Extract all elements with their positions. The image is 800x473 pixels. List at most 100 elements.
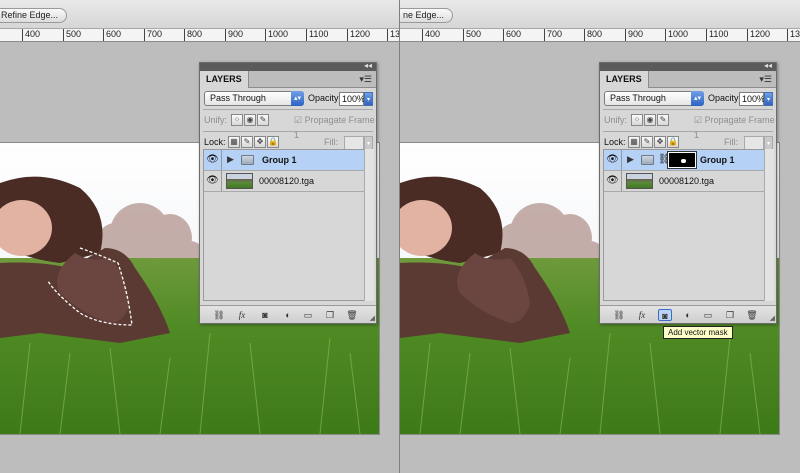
new-layer-icon[interactable]: ❐ (723, 309, 737, 321)
adjustment-layer-icon[interactable]: ◐ (281, 309, 295, 321)
expand-triangle-icon[interactable]: ▶ (227, 154, 234, 165)
layers-scrollbar[interactable] (764, 149, 774, 301)
trash-icon[interactable]: 🗑 (745, 309, 759, 321)
opacity-dropdown-arrow[interactable]: ▾ (364, 92, 373, 106)
blend-mode-select[interactable]: Pass Through ▴▾ (204, 91, 304, 106)
blend-row: Pass Through ▴▾ Opacity: 100% ▾ (200, 88, 376, 109)
fill-dropdown-arrow[interactable]: ▾ (764, 136, 773, 150)
ruler-label: 900 (228, 29, 244, 39)
ruler-label: 1000 (268, 29, 289, 39)
unify-style-icon[interactable]: ✎ (257, 114, 269, 126)
layers-scrollbar[interactable] (364, 149, 374, 301)
ruler-label: 600 (506, 29, 522, 39)
ruler-label: 400 (425, 29, 441, 39)
lock-transparent-icon[interactable]: ▦ (628, 136, 640, 148)
add-mask-icon[interactable]: ◙ (258, 309, 272, 321)
panel-footer: ⛓ fx ◙ ◐ ▭ ❐ 🗑 ◢ (200, 305, 376, 323)
lock-transparent-icon[interactable]: ▦ (228, 136, 240, 148)
blend-mode-select[interactable]: Pass Through ▴▾ (604, 91, 704, 106)
fill-input[interactable] (344, 136, 364, 150)
ruler-label: 900 (628, 29, 644, 39)
unify-visibility-icon[interactable]: ◉ (244, 114, 256, 126)
fill-input[interactable] (744, 136, 764, 150)
link-layers-icon[interactable]: ⛓ (612, 309, 626, 321)
new-group-icon[interactable]: ▭ (301, 309, 315, 321)
lock-icon[interactable]: 🔒 (267, 136, 279, 148)
eye-icon[interactable]: 👁 (604, 171, 622, 191)
eye-icon[interactable]: 👁 (604, 150, 622, 170)
opacity-input[interactable]: 100% (339, 92, 365, 106)
panel-titlebar[interactable]: ◂◂ (200, 62, 376, 71)
layer-row-group[interactable]: 👁 ▶ ⛓ Group 1 (604, 150, 764, 171)
fill-dropdown-arrow[interactable]: ▾ (364, 136, 373, 150)
unify-label: Unify: (604, 115, 628, 125)
blend-mode-value: Pass Through (610, 93, 666, 103)
updown-arrows-icon: ▴▾ (691, 91, 704, 106)
layer-name: 00008120.tga (659, 176, 715, 186)
unify-position-icon[interactable]: ⁘ (631, 114, 643, 126)
panel-titlebar[interactable]: ◂◂ (600, 62, 776, 71)
right-screenshot: ne Edge... 400 500 600 700 800 900 1000 … (400, 0, 800, 473)
unify-style-icon[interactable]: ✎ (657, 114, 669, 126)
blend-mode-value: Pass Through (210, 93, 266, 103)
resize-grip-icon[interactable]: ◢ (370, 314, 375, 322)
fx-icon[interactable]: fx (635, 309, 649, 321)
lock-label: Lock: (604, 137, 626, 147)
fx-icon[interactable]: fx (235, 309, 249, 321)
opacity-input[interactable]: 100% (739, 92, 765, 106)
vector-mask-thumbnail[interactable] (667, 151, 697, 169)
eye-icon[interactable]: 👁 (204, 171, 222, 191)
layer-thumbnail (626, 173, 653, 189)
ruler-label: 500 (66, 29, 82, 39)
tab-layers[interactable]: LAYERS (200, 71, 249, 88)
options-bar: ne Edge... (400, 0, 800, 29)
layers-list: 👁 ▶ Group 1 👁 00008120.tga (203, 149, 365, 301)
folder-icon (641, 155, 654, 165)
layer-row-group[interactable]: 👁 ▶ Group 1 (204, 150, 364, 171)
add-mask-icon[interactable]: ◙ (658, 309, 672, 321)
ruler-label: 1100 (709, 29, 729, 39)
tooltip: Add vector mask (663, 326, 733, 339)
opacity-dropdown-arrow[interactable]: ▾ (764, 92, 773, 106)
expand-triangle-icon[interactable]: ▶ (627, 154, 634, 165)
collapse-icon[interactable]: ◂◂ (764, 62, 772, 70)
layer-row-image[interactable]: 👁 00008120.tga (604, 171, 764, 192)
layer-name: Group 1 (700, 155, 735, 165)
updown-arrows-icon: ▴▾ (291, 91, 304, 106)
panel-tab-row: LAYERS ▾☰ (600, 71, 776, 88)
eye-icon[interactable]: 👁 (204, 150, 222, 170)
ruler-label: 800 (187, 29, 203, 39)
ruler-label: 600 (106, 29, 122, 39)
layers-panel: ◂◂ LAYERS ▾☰ Pass Through ▴▾ Opacity: 100… (599, 62, 777, 324)
collapse-icon[interactable]: ◂◂ (364, 62, 372, 70)
resize-grip-icon[interactable]: ◢ (770, 314, 775, 322)
lock-icon[interactable]: 🔒 (667, 136, 679, 148)
new-layer-icon[interactable]: ❐ (323, 309, 337, 321)
trash-icon[interactable]: 🗑 (345, 309, 359, 321)
new-group-icon[interactable]: ▭ (701, 309, 715, 321)
ruler-label: 1100 (309, 29, 329, 39)
opacity-label: Opacity: (308, 93, 342, 103)
lock-image-icon[interactable]: ✎ (641, 136, 653, 148)
adjustment-layer-icon[interactable]: ◐ (681, 309, 695, 321)
lock-position-icon[interactable]: ✥ (254, 136, 266, 148)
layers-list: 👁 ▶ ⛓ Group 1 👁 00008120.tga (603, 149, 765, 301)
link-layers-icon[interactable]: ⛓ (212, 309, 226, 321)
ruler-label: 130 (790, 29, 800, 39)
fill-label: Fill: (724, 137, 738, 147)
unify-position-icon[interactable]: ⁘ (231, 114, 243, 126)
panel-menu-icon[interactable]: ▾☰ (359, 74, 372, 85)
panel-menu-icon[interactable]: ▾☰ (759, 74, 772, 85)
lock-image-icon[interactable]: ✎ (241, 136, 253, 148)
refine-edge-button[interactable]: ne Edge... (400, 8, 454, 23)
layer-row-image[interactable]: 👁 00008120.tga (204, 171, 364, 192)
tab-layers[interactable]: LAYERS (600, 71, 649, 88)
lock-position-icon[interactable]: ✥ (654, 136, 666, 148)
folder-icon (241, 155, 254, 165)
opacity-label: Opacity: (708, 93, 742, 103)
horizontal-ruler: 400 500 600 700 800 900 1000 1100 1200 1… (400, 29, 800, 42)
panel-tab-row: LAYERS ▾☰ (200, 71, 376, 88)
unify-visibility-icon[interactable]: ◉ (644, 114, 656, 126)
refine-edge-button[interactable]: Refine Edge... (0, 8, 68, 23)
ruler-label: 800 (587, 29, 603, 39)
